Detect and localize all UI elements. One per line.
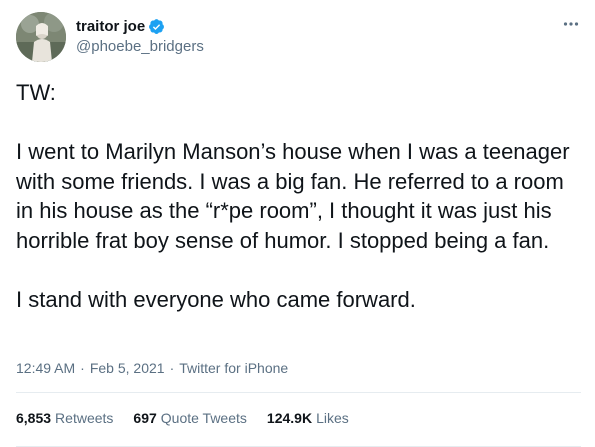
- more-horizontal-icon[interactable]: [561, 14, 581, 34]
- tweet-header: traitor joe @phoebe_bridgers: [16, 12, 581, 64]
- tweet-stats: 6,853 Retweets 697 Quote Tweets 124.9K L…: [16, 410, 369, 426]
- avatar[interactable]: [16, 12, 66, 62]
- retweets-stat[interactable]: 6,853 Retweets: [16, 410, 113, 426]
- divider: [16, 392, 581, 393]
- tweet-blank-line: [16, 108, 586, 138]
- tweet-line-tw: TW:: [16, 80, 56, 105]
- tweet-blank-line: [16, 255, 586, 285]
- meta-separator: ·: [169, 360, 175, 376]
- likes-label: Likes: [316, 410, 349, 426]
- user-names: traitor joe @phoebe_bridgers: [76, 16, 204, 56]
- tweet-source[interactable]: Twitter for iPhone: [179, 360, 288, 376]
- display-name[interactable]: traitor joe: [76, 18, 145, 35]
- likes-stat[interactable]: 124.9K Likes: [267, 410, 349, 426]
- quote-tweets-label: Quote Tweets: [160, 410, 247, 426]
- meta-separator: ·: [80, 360, 85, 376]
- verified-badge-icon: [148, 18, 165, 35]
- quote-tweets-count: 697: [133, 410, 157, 426]
- likes-count: 124.9K: [266, 410, 313, 426]
- tweet-time[interactable]: 12:49 AM: [16, 360, 75, 376]
- retweets-label: Retweets: [55, 410, 114, 426]
- tweet-meta: 12:49 AM · Feb 5, 2021 · Twitter for iPhone: [16, 360, 288, 376]
- tweet-paragraph-2: I stand with everyone who came forward.: [16, 286, 416, 312]
- retweets-count: 6,853: [16, 410, 52, 426]
- tweet-date[interactable]: Feb 5, 2021: [90, 360, 165, 376]
- quote-tweets-stat[interactable]: 697 Quote Tweets: [133, 410, 247, 426]
- tweet-body: TW: I went to Marilyn Manson’s house whe…: [16, 78, 586, 314]
- tweet-paragraph-1: I went to Marilyn Manson’s house when I …: [16, 139, 576, 253]
- avatar-image: [16, 12, 66, 62]
- user-handle[interactable]: @phoebe_bridgers: [76, 38, 204, 55]
